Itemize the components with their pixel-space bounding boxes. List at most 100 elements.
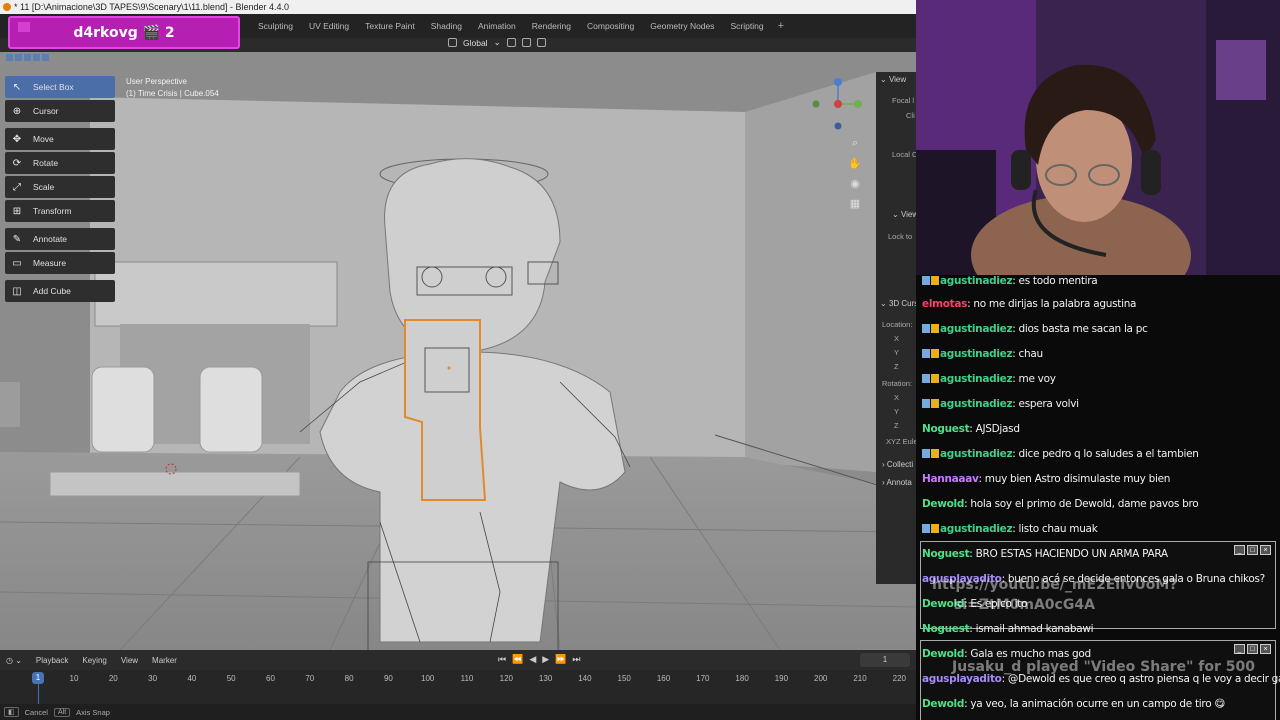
tool-rotate[interactable]: ⟳ Rotate <box>5 152 115 174</box>
3d-viewport[interactable] <box>0 52 916 650</box>
tab-compositing[interactable]: Compositing <box>579 14 642 38</box>
rotation-mode-select[interactable]: XYZ Eule <box>886 437 918 446</box>
view-section-header[interactable]: ⌄ View <box>880 75 906 84</box>
x-axis-icon[interactable] <box>834 100 842 108</box>
chat-username[interactable]: Noguest <box>922 548 970 560</box>
tab-animation[interactable]: Animation <box>470 14 524 38</box>
tab-shading[interactable]: Shading <box>423 14 470 38</box>
zoom-icon[interactable]: ⌕ <box>848 136 862 150</box>
editor-type-icon[interactable]: ◷ ⌄ <box>6 656 22 665</box>
minimize-icon[interactable]: _ <box>1234 545 1245 555</box>
chat-username[interactable]: agustinadiez <box>940 448 1013 460</box>
tool-move[interactable]: ✥ Move <box>5 128 115 150</box>
chat-message: Dewold: ya veo, la animación ocurre en u… <box>922 698 1225 710</box>
chat-username[interactable]: Dewold <box>922 698 964 710</box>
select-invert-icon[interactable] <box>33 54 40 61</box>
chat-message: agustinadiez: espera volvi <box>922 398 1079 410</box>
transform-orientation[interactable]: Global ⌄ <box>448 37 546 48</box>
close-icon[interactable]: × <box>1260 545 1271 555</box>
select-subtract-icon[interactable] <box>24 54 31 61</box>
tool-add-cube[interactable]: ◫ Add Cube <box>5 280 115 302</box>
minimize-icon[interactable]: _ <box>1234 644 1245 654</box>
chat-username[interactable]: agustinadiez <box>940 398 1013 410</box>
tool-transform[interactable]: ⊞ Transform <box>5 200 115 222</box>
annotations-section-header[interactable]: › Annota <box>882 478 912 487</box>
chat-text: : muy bien Astro disimulaste muy bien <box>978 473 1171 485</box>
navigation-gizmo[interactable] <box>808 74 868 134</box>
chat-message: Noguest: AJSDjasd <box>922 423 1020 435</box>
3d-cursor-section-header[interactable]: ⌄ 3D Curs <box>880 299 918 308</box>
add-workspace-button[interactable]: + <box>772 20 790 32</box>
snap-icon[interactable] <box>521 38 531 47</box>
view-lock-section-header[interactable]: ⌄ View <box>892 210 918 219</box>
play-reverse-icon[interactable]: ◀ <box>529 654 536 665</box>
collection-section-header[interactable]: › Collecti <box>882 460 913 469</box>
tab-sculpting[interactable]: Sculpting <box>250 14 301 38</box>
viewport-info: User Perspective (1) Time Crisis | Cube.… <box>126 76 219 100</box>
webcam-feed <box>916 0 1280 275</box>
chat-username[interactable]: agustinadiez <box>940 523 1013 535</box>
tab-uv-editing[interactable]: UV Editing <box>301 14 357 38</box>
select-mode-icons[interactable] <box>6 54 49 61</box>
timeline-menu-playback[interactable]: Playback <box>36 656 68 665</box>
chat-username[interactable]: agustinadiez <box>940 323 1013 335</box>
next-keyframe-icon[interactable]: ⏩ <box>555 654 566 665</box>
timeline-tick: 130 <box>538 674 553 683</box>
chat-message: elmotas: no me dirijas la palabra agusti… <box>922 298 1136 310</box>
maximize-icon[interactable]: □ <box>1247 545 1258 555</box>
chat-username[interactable]: agustinadiez <box>940 348 1013 360</box>
play-icon[interactable]: ▶ <box>542 654 549 665</box>
z-axis-icon[interactable] <box>834 78 842 86</box>
clip-label: Cli <box>906 111 915 120</box>
select-intersect-icon[interactable] <box>42 54 49 61</box>
video-share-overlay-text: https://youtu.be/_mE2ElIvUoM? <box>932 577 1178 593</box>
chat-username[interactable]: Noguest <box>922 423 970 435</box>
tab-rendering[interactable]: Rendering <box>524 14 579 38</box>
tool-annotate[interactable]: ✎ Annotate <box>5 228 115 250</box>
close-icon[interactable]: × <box>1260 644 1271 654</box>
chat-username[interactable]: elmotas <box>922 298 967 310</box>
chat-message: agustinadiez: me voy <box>922 373 1056 385</box>
timeline-ruler[interactable]: 10 20 30 40 50 60 70 80 90 100 110 120 130 140 150 160 1… <box>0 670 916 704</box>
timeline-menu-keying[interactable]: Keying <box>82 656 106 665</box>
playhead[interactable]: 1 <box>32 672 44 684</box>
tool-cursor[interactable]: ⊕ Cursor <box>5 100 115 122</box>
timeline-tick: 80 <box>344 674 354 683</box>
grid-view-icon[interactable]: ▦ <box>848 196 862 210</box>
neg-z-axis-icon[interactable] <box>834 122 842 130</box>
chat-message: agustinadiez: chau <box>922 348 1043 360</box>
chat-username[interactable]: Noguest <box>922 623 970 635</box>
tab-scripting[interactable]: Scripting <box>723 14 772 38</box>
tool-select-box[interactable]: ↖ Select Box <box>5 76 115 98</box>
chat-text: : dice pedro q lo saludes a el tambien <box>1012 448 1199 460</box>
tab-texture-paint[interactable]: Texture Paint <box>357 14 423 38</box>
tool-measure[interactable]: ▭ Measure <box>5 252 115 274</box>
tab-geometry-nodes[interactable]: Geometry Nodes <box>642 14 722 38</box>
jump-end-icon[interactable]: ⏭ <box>572 654 580 665</box>
select-extend-icon[interactable] <box>15 54 22 61</box>
jump-start-icon[interactable]: ⏮ <box>498 654 506 665</box>
prev-keyframe-icon[interactable]: ⏪ <box>512 654 523 665</box>
timeline-menu-marker[interactable]: Marker <box>152 656 177 665</box>
chat-username[interactable]: agustinadiez <box>940 373 1013 385</box>
maximize-icon[interactable]: □ <box>1247 644 1258 654</box>
pan-hand-icon[interactable]: ✋ <box>848 156 862 170</box>
timeline-tick: 100 <box>421 674 435 683</box>
chat-username[interactable]: agustinadiez <box>940 275 1013 287</box>
timeline-menu-view[interactable]: View <box>121 656 138 665</box>
chat-text: : ya veo, la animación ocurre en un camp… <box>964 698 1225 710</box>
neg-y-axis-icon[interactable] <box>812 100 820 108</box>
chat-username[interactable]: Hannaaav <box>922 473 979 485</box>
current-frame-field[interactable]: 1 <box>860 653 910 667</box>
timeline-tick: 120 <box>499 674 513 683</box>
tool-scale[interactable]: ⤢ Scale <box>5 176 115 198</box>
chat-username[interactable]: Dewold <box>922 498 964 510</box>
proportional-edit-icon[interactable] <box>536 38 546 47</box>
select-new-icon[interactable] <box>6 54 13 61</box>
crown-badge-icon <box>931 374 939 383</box>
3d-cursor-icon: ⊕ <box>12 105 22 117</box>
pivot-icon[interactable] <box>506 38 516 47</box>
chat-message: Noguest: ismail ahmad kanabawi <box>922 623 1094 635</box>
y-axis-icon[interactable] <box>854 100 862 108</box>
camera-icon[interactable]: ◉ <box>848 176 862 190</box>
